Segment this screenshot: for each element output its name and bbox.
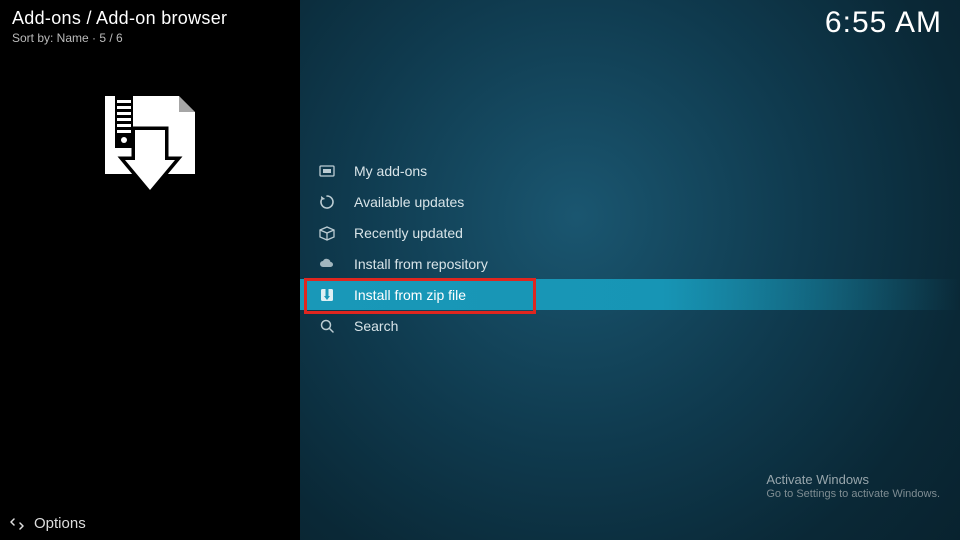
- menu-item-label: My add-ons: [354, 163, 427, 179]
- menu-item-label: Recently updated: [354, 225, 463, 241]
- category-artwork: [57, 90, 288, 205]
- menu-item-label: Install from repository: [354, 256, 488, 272]
- zip-icon: [318, 286, 336, 304]
- sort-indicator: Sort by: Name · 5 / 6: [12, 31, 288, 45]
- menu-item-recently-updated[interactable]: Recently updated: [300, 217, 960, 248]
- search-icon: [318, 317, 336, 335]
- menu-item-install-from-zip[interactable]: Install from zip file: [300, 279, 960, 310]
- watermark-title: Activate Windows: [766, 472, 940, 487]
- menu-item-install-from-repository[interactable]: Install from repository: [300, 248, 960, 279]
- main-panel: 6:55 AM My add-ons Available updates Rec…: [300, 0, 960, 540]
- windows-activation-watermark: Activate Windows Go to Settings to activ…: [766, 472, 940, 500]
- refresh-icon: [318, 193, 336, 211]
- options-arrows-icon: [10, 517, 24, 531]
- options-button[interactable]: Options: [10, 515, 86, 532]
- options-label: Options: [34, 515, 86, 532]
- menu-item-label: Search: [354, 318, 398, 334]
- box-icon: [318, 224, 336, 242]
- sidebar: Add-ons / Add-on browser Sort by: Name ·…: [0, 0, 300, 540]
- menu-item-label: Install from zip file: [354, 287, 466, 303]
- menu-item-search[interactable]: Search: [300, 310, 960, 341]
- breadcrumb: Add-ons / Add-on browser: [12, 8, 288, 29]
- cloud-icon: [318, 255, 336, 273]
- menu-item-available-updates[interactable]: Available updates: [300, 186, 960, 217]
- watermark-sub: Go to Settings to activate Windows.: [766, 488, 940, 500]
- zip-file-artwork-icon: [57, 90, 202, 200]
- menu-list: My add-ons Available updates Recently up…: [300, 155, 960, 341]
- menu-item-my-addons[interactable]: My add-ons: [300, 155, 960, 186]
- menu-item-label: Available updates: [354, 194, 464, 210]
- clock: 6:55 AM: [825, 6, 942, 40]
- addons-icon: [318, 162, 336, 180]
